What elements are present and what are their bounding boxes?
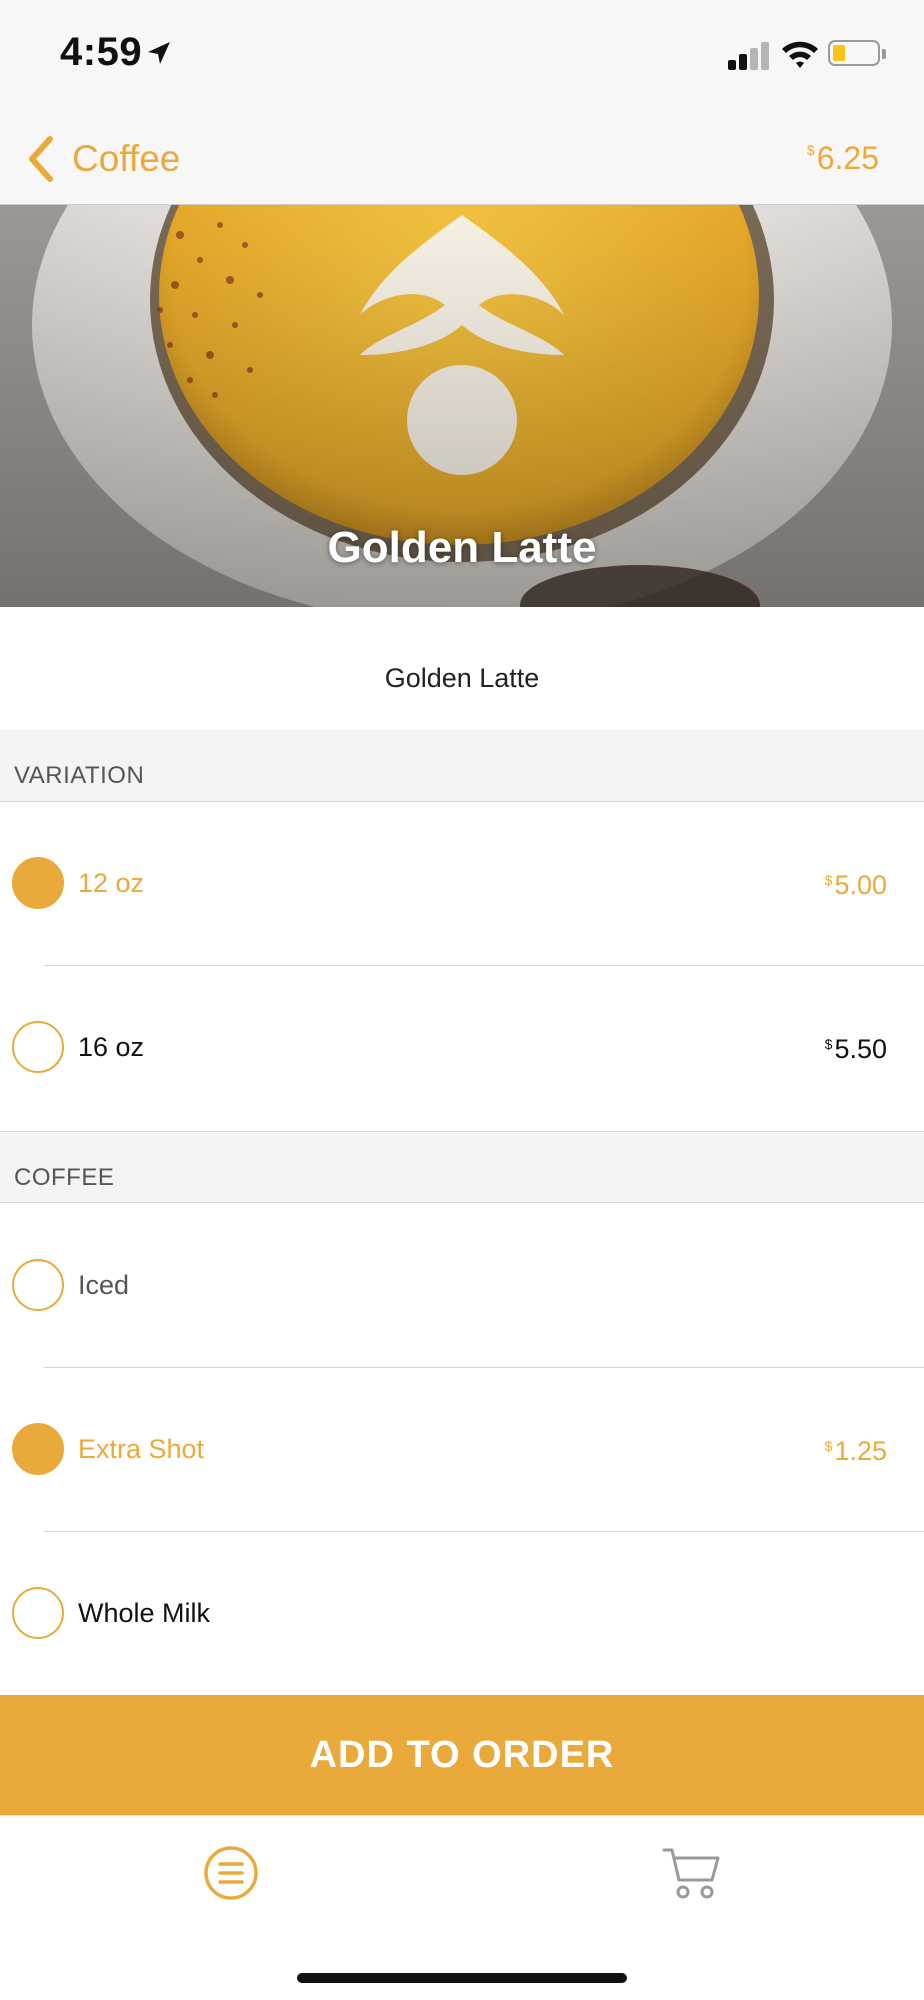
currency-symbol: $ [824,1036,833,1052]
back-label: Coffee [72,138,181,179]
hero-title: Golden Latte [327,523,597,572]
order-total-amount: 6.25 [816,140,879,176]
cart-icon[interactable] [662,1844,722,1900]
hero-image: Golden Latte [0,205,924,607]
section-header-coffee: COFFEE [0,1131,924,1203]
battery-nub [882,49,886,59]
battery-icon [828,40,880,66]
radio-unselected[interactable] [12,1587,64,1639]
option-price: $5.00 [825,870,887,901]
section-header-variation: VARIATION [0,730,924,802]
back-button[interactable]: Coffee [24,134,180,184]
option-16oz[interactable]: 16 oz $5.50 [0,966,924,1130]
option-price-amount: 5.50 [834,1034,887,1064]
menu-list-icon[interactable] [203,1845,259,1901]
option-iced[interactable]: Iced [0,1204,924,1368]
item-description: Golden Latte [0,607,924,730]
section-title: COFFEE [14,1164,115,1191]
wifi-icon [782,41,818,68]
option-label: 16 oz [78,1032,145,1062]
option-price-amount: 1.25 [834,1436,887,1466]
battery-level [833,45,845,61]
radio-selected[interactable] [12,857,64,909]
option-label: Whole Milk [78,1598,211,1628]
option-extra-shot[interactable]: Extra Shot $1.25 [0,1368,924,1532]
currency-symbol: $ [806,142,815,158]
cellular-signal-icon [728,40,770,70]
option-price-amount: 5.00 [834,870,887,900]
section-title: VARIATION [14,762,145,789]
order-total: $6.25 [807,140,879,177]
home-indicator [297,1973,627,1983]
radio-selected[interactable] [12,1423,64,1475]
option-whole-milk[interactable]: Whole Milk [0,1532,924,1696]
option-12oz[interactable]: 12 oz $5.00 [0,802,924,966]
option-price: $1.25 [825,1436,887,1467]
radio-unselected[interactable] [12,1021,64,1073]
location-arrow-icon [148,42,170,64]
nav-bar: Coffee $6.25 [0,110,924,205]
currency-symbol: $ [824,1438,833,1454]
option-label: 12 oz [78,868,145,898]
chevron-left-icon [29,136,53,182]
option-label: Extra Shot [78,1434,205,1464]
option-price: $5.50 [825,1034,887,1065]
currency-symbol: $ [824,872,833,888]
status-time: 4:59 [60,30,143,74]
status-bar: 4:59 [0,0,924,110]
radio-unselected[interactable] [12,1259,64,1311]
add-to-order-button[interactable]: ADD TO ORDER [0,1695,924,1815]
option-label: Iced [78,1270,130,1300]
